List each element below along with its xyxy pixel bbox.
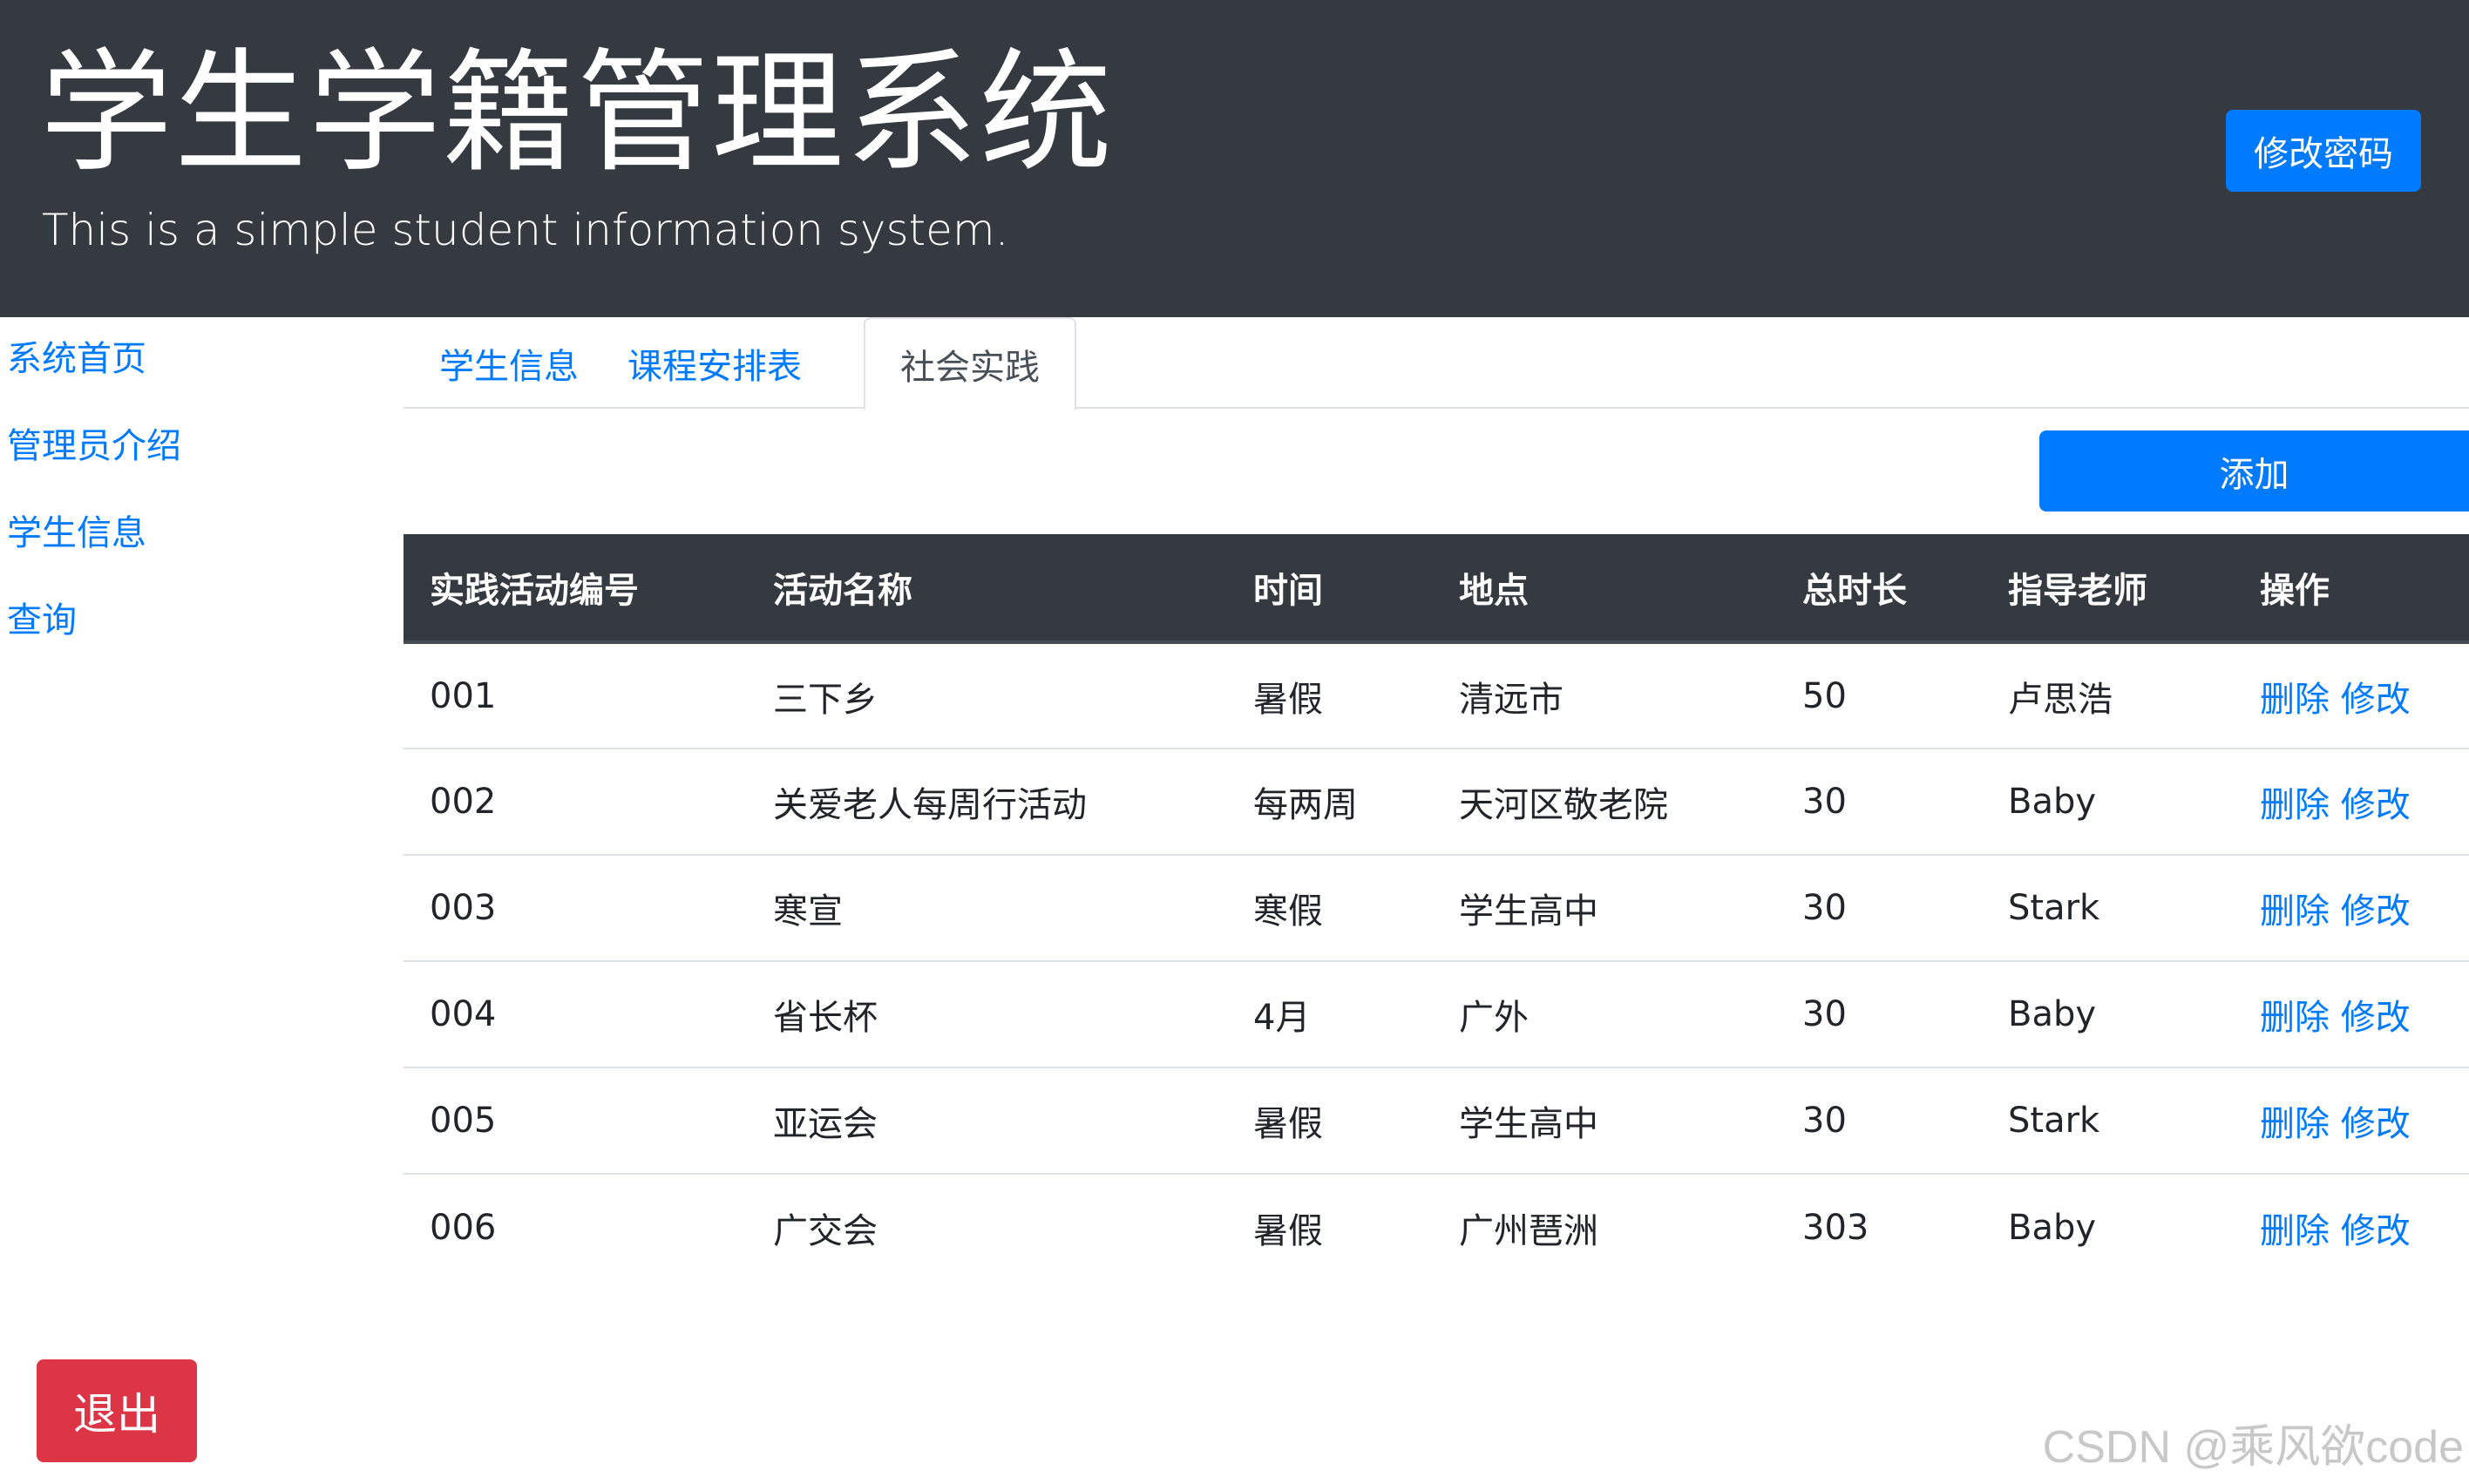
cell-actions: 删除 修改 <box>2234 748 2469 855</box>
column-header-actions: 操作 <box>2234 534 2469 644</box>
cell-place: 清远市 <box>1459 679 1563 720</box>
cell-name: 省长杯 <box>747 960 1227 1067</box>
tab-course-schedule[interactable]: 课程安排表 <box>614 317 815 409</box>
table-row: 006 广交会 暑假 广州琶洲 303 Baby 删除 修改 <box>404 1173 2469 1280</box>
edit-link[interactable]: 修改 <box>2341 891 2411 932</box>
delete-link[interactable]: 删除 <box>2260 891 2330 932</box>
edit-link[interactable]: 修改 <box>2341 1104 2411 1144</box>
edit-link[interactable]: 修改 <box>2341 680 2411 720</box>
column-header-teacher: 指导老师 <box>1982 534 2234 644</box>
cell-id: 006 <box>404 1173 747 1280</box>
cell-duration: 30 <box>1776 748 1982 855</box>
cell-name: 寒宣 <box>747 854 1227 961</box>
cell-actions: 删除 修改 <box>2234 854 2469 961</box>
cell-name: 广交会 <box>747 1173 1227 1280</box>
cell-actions: 删除 修改 <box>2234 642 2469 749</box>
cell-teacher: Baby <box>1982 748 2234 855</box>
cell-time: 暑假 <box>1227 1173 1433 1280</box>
column-header-time: 时间 <box>1227 534 1433 644</box>
table-row: 003 寒宣 寒假 学生高中 30 Stark 删除 修改 <box>404 854 2469 961</box>
column-header-id: 实践活动编号 <box>404 534 747 644</box>
cell-teacher: Stark <box>1982 854 2234 961</box>
change-password-button[interactable]: 修改密码 <box>2226 110 2421 192</box>
sidebar-item-home[interactable]: 系统首页 <box>7 331 146 387</box>
edit-link[interactable]: 修改 <box>2341 998 2411 1038</box>
column-header-place: 地点 <box>1433 534 1776 644</box>
cell-actions: 删除 修改 <box>2234 960 2469 1067</box>
cell-place: 广外 <box>1433 960 1776 1067</box>
cell-teacher: Baby <box>1982 1173 2234 1280</box>
delete-link[interactable]: 删除 <box>2260 680 2330 720</box>
tab-social-practice[interactable]: 社会实践 <box>864 317 1076 410</box>
cell-id: 004 <box>404 960 747 1067</box>
edit-link[interactable]: 修改 <box>2341 1211 2411 1251</box>
delete-link[interactable]: 删除 <box>2260 1104 2330 1144</box>
cell-duration: 303 <box>1776 1173 1982 1280</box>
cell-place: 天河区敬老院 <box>1433 748 1776 855</box>
cell-place: 学生高中 <box>1433 854 1776 961</box>
cell-place: 学生高中 <box>1433 1067 1776 1174</box>
cell-time: 每两周 <box>1227 748 1433 855</box>
cell-name: 亚运会 <box>747 1067 1227 1174</box>
cell-duration: 30 <box>1776 854 1982 961</box>
column-header-duration: 总时长 <box>1776 534 1982 644</box>
cell-id: 001 <box>430 675 497 716</box>
cell-duration: 30 <box>1776 960 1982 1067</box>
cell-time: 暑假 <box>1253 679 1323 720</box>
cell-actions: 删除 修改 <box>2234 1173 2469 1280</box>
cell-name: 三下乡 <box>773 679 878 720</box>
cell-actions: 删除 修改 <box>2234 1067 2469 1174</box>
watermark: CSDN @乘风欲code <box>2042 1422 2464 1473</box>
cell-duration: 50 <box>1802 675 1847 716</box>
practice-table: 实践活动编号 活动名称 时间 地点 总时长 指导老师 操作 001 三下乡 暑假… <box>404 534 2469 1280</box>
cell-time: 4月 <box>1227 960 1433 1067</box>
tab-bar: 学生信息 课程安排表 社会实践 <box>404 317 2469 410</box>
add-button[interactable]: 添加 <box>2039 430 2469 512</box>
cell-duration: 30 <box>1776 1067 1982 1174</box>
cell-name: 关爱老人每周行活动 <box>747 748 1227 855</box>
sidebar-item-query[interactable]: 查询 <box>7 593 77 648</box>
table-row: 001 三下乡 暑假 清远市 50 卢思浩 删除 修改 <box>404 642 2469 749</box>
table-row: 005 亚运会 暑假 学生高中 30 Stark 删除 修改 <box>404 1067 2469 1174</box>
cell-time: 寒假 <box>1227 854 1433 961</box>
cell-teacher: 卢思浩 <box>2008 679 2113 720</box>
sidebar-item-admin-intro[interactable]: 管理员介绍 <box>7 418 181 474</box>
cell-id: 002 <box>404 748 747 855</box>
table-row: 004 省长杯 4月 广外 30 Baby 删除 修改 <box>404 960 2469 1067</box>
cell-place: 广州琶洲 <box>1433 1173 1776 1280</box>
tab-student-info[interactable]: 学生信息 <box>404 317 614 409</box>
logout-button[interactable]: 退出 <box>37 1359 197 1462</box>
column-header-name: 活动名称 <box>747 534 1227 644</box>
cell-id: 003 <box>404 854 747 961</box>
cell-teacher: Baby <box>1982 960 2234 1067</box>
delete-link[interactable]: 删除 <box>2260 785 2330 825</box>
cell-time: 暑假 <box>1227 1067 1433 1174</box>
page-subtitle: This is a simple student information sys… <box>42 205 1009 255</box>
sidebar-item-student-info[interactable]: 学生信息 <box>7 505 146 561</box>
delete-link[interactable]: 删除 <box>2260 998 2330 1038</box>
table-header-row: 实践活动编号 活动名称 时间 地点 总时长 指导老师 操作 <box>404 534 2469 644</box>
delete-link[interactable]: 删除 <box>2260 1211 2330 1251</box>
cell-teacher: Stark <box>1982 1067 2234 1174</box>
edit-link[interactable]: 修改 <box>2341 785 2411 825</box>
page-header: 学生学籍管理系统 This is a simple student inform… <box>0 0 2469 317</box>
table-row: 002 关爱老人每周行活动 每两周 天河区敬老院 30 Baby 删除 修改 <box>404 748 2469 855</box>
cell-id: 005 <box>404 1067 747 1174</box>
page-title: 学生学籍管理系统 <box>40 36 1114 190</box>
